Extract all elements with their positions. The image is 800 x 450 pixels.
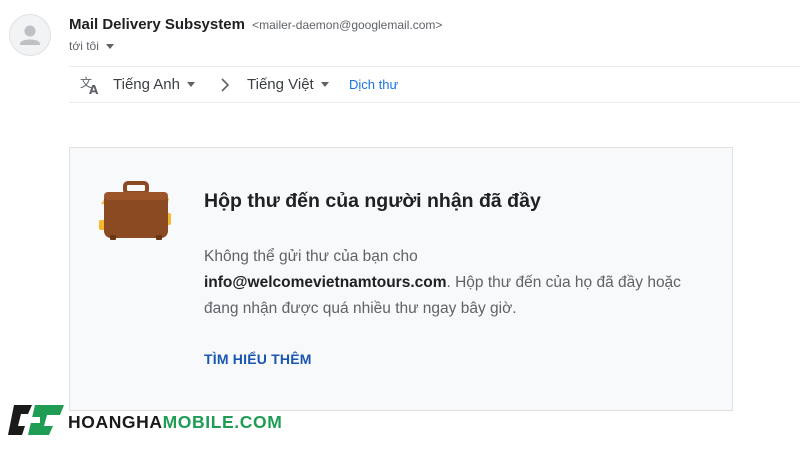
chevron-down-icon [320,82,329,87]
svg-text:A: A [89,83,99,95]
chevron-down-icon [187,82,195,87]
bounce-message: Không thể gửi thư của bạn cho info@welco… [204,244,704,322]
recipient-email: info@welcomevietnamtours.com [204,274,447,291]
chevron-down-icon [105,43,114,49]
recipient-details-toggle[interactable]: tới tôi [69,39,114,53]
bounce-card: Hộp thư đến của người nhận đã đầy Không … [69,147,733,411]
person-icon [20,25,40,45]
learn-more-link[interactable]: TÌM HIỂU THÊM [204,351,312,367]
chevron-right-icon [221,78,230,92]
source-language-label: Tiếng Anh [113,76,180,93]
hoangha-logo-icon [8,405,64,435]
target-language-label: Tiếng Việt [247,76,314,93]
watermark-text: HOANGHAMOBILE.COM [68,412,282,433]
translate-bar: 文 A Tiếng Anh Tiếng Việt Dịch thư [69,66,800,103]
translate-message-link[interactable]: Dịch thư [349,77,398,92]
watermark-part1: HOANGHA [68,412,163,432]
source-language-select[interactable]: Tiếng Anh [113,76,195,93]
briefcase-icon [99,181,171,240]
recipient-label: tới tôi [69,39,99,53]
translate-icon: 文 A [80,75,99,95]
sender-name[interactable]: Mail Delivery Subsystem [69,16,245,33]
watermark-part2: MOBILE.COM [162,412,283,432]
sender-email: <mailer-daemon@googlemail.com> [252,18,443,32]
bounce-title: Hộp thư đến của người nhận đã đầy [204,190,541,212]
sender-line: Mail Delivery Subsystem <mailer-daemon@g… [69,16,442,33]
bounce-message-prefix: Không thể gửi thư của bạn cho [204,248,418,265]
sender-avatar[interactable] [9,14,51,56]
target-language-select[interactable]: Tiếng Việt [247,76,329,93]
